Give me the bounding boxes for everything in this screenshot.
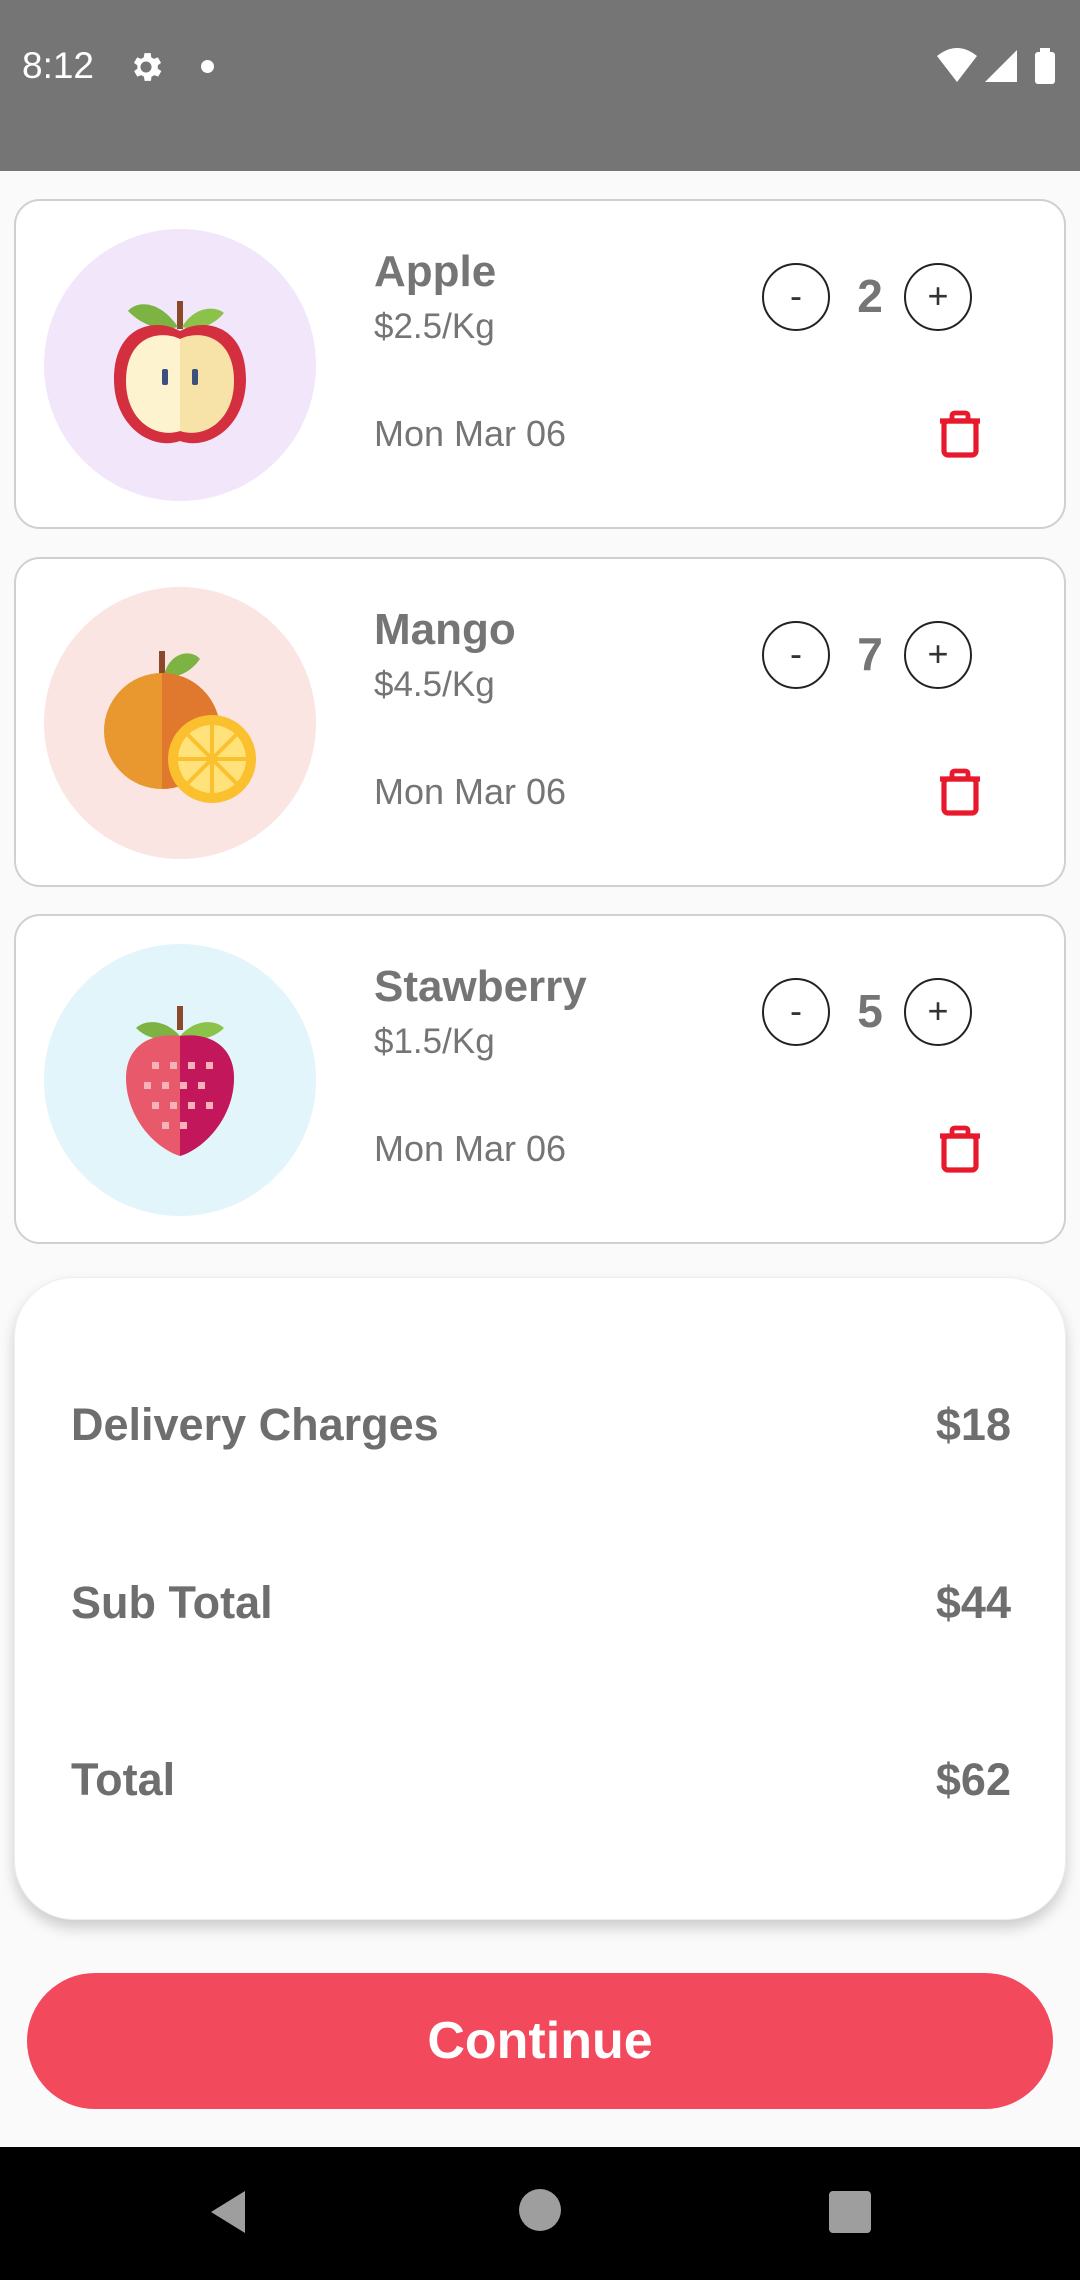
item-name: Stawberry xyxy=(374,962,587,1011)
increase-quantity-button[interactable]: + xyxy=(904,978,972,1046)
delete-item-button[interactable] xyxy=(936,1124,984,1176)
quantity-value: 7 xyxy=(857,628,883,680)
decrease-quantity-button[interactable]: - xyxy=(762,263,830,331)
fruit-image xyxy=(44,229,316,501)
cart-item-card: Mango $4.5/Kg Mon Mar 06 - 7 + xyxy=(14,557,1066,887)
home-icon[interactable] xyxy=(519,2189,561,2231)
notification-dot-icon xyxy=(201,60,214,73)
quantity-value: 2 xyxy=(857,270,883,322)
apple-icon xyxy=(114,301,246,444)
cart-item-card: Stawberry $1.5/Kg Mon Mar 06 - 5 + xyxy=(14,914,1066,1244)
order-summary: Delivery Charges $18 Sub Total $44 Total… xyxy=(14,1277,1066,1920)
item-price: $4.5/Kg xyxy=(374,665,495,704)
gear-icon xyxy=(133,53,162,81)
delivery-charges-label: Delivery Charges xyxy=(71,1399,439,1450)
subtotal-row: Sub Total $44 xyxy=(71,1577,1011,1637)
delete-item-button[interactable] xyxy=(936,767,984,819)
delivery-charges-row: Delivery Charges $18 xyxy=(71,1399,1011,1459)
delivery-charges-value: $18 xyxy=(935,1399,1011,1450)
recent-apps-icon[interactable] xyxy=(829,2191,871,2233)
item-date: Mon Mar 06 xyxy=(374,771,567,812)
item-date: Mon Mar 06 xyxy=(374,413,567,454)
delete-item-button[interactable] xyxy=(936,409,984,461)
increase-quantity-button[interactable]: + xyxy=(904,263,972,331)
trash-icon xyxy=(940,1125,980,1173)
decrease-quantity-button[interactable]: - xyxy=(762,978,830,1046)
status-icons xyxy=(937,48,1055,84)
wifi-icon xyxy=(937,48,977,82)
fruit-image xyxy=(44,944,316,1216)
item-name: Apple xyxy=(374,247,497,296)
battery-icon xyxy=(1035,52,1055,84)
trash-icon xyxy=(940,768,980,816)
item-name: Mango xyxy=(374,605,516,654)
signal-icon xyxy=(985,50,1017,82)
continue-button[interactable]: Continue xyxy=(27,1973,1053,2109)
back-icon[interactable] xyxy=(205,2187,255,2237)
total-label: Total xyxy=(71,1754,176,1805)
total-row: Total $62 xyxy=(71,1754,1011,1814)
subtotal-value: $44 xyxy=(935,1577,1011,1628)
item-price: $1.5/Kg xyxy=(374,1022,495,1061)
cart-item-card: Apple $2.5/Kg Mon Mar 06 - 2 + xyxy=(14,199,1066,529)
status-time: 8:12 xyxy=(22,45,95,86)
orange-icon xyxy=(104,651,256,803)
increase-quantity-button[interactable]: + xyxy=(904,621,972,689)
quantity-value: 5 xyxy=(857,985,883,1037)
item-price: $2.5/Kg xyxy=(374,307,495,346)
status-bar: 8:12 xyxy=(0,0,1080,171)
total-value: $62 xyxy=(935,1754,1011,1805)
decrease-quantity-button[interactable]: - xyxy=(762,621,830,689)
item-date: Mon Mar 06 xyxy=(374,1128,567,1169)
subtotal-label: Sub Total xyxy=(71,1577,273,1628)
trash-icon xyxy=(940,410,980,458)
strawberry-icon xyxy=(126,1006,234,1156)
navigation-bar xyxy=(0,2147,1080,2280)
fruit-image xyxy=(44,587,316,859)
